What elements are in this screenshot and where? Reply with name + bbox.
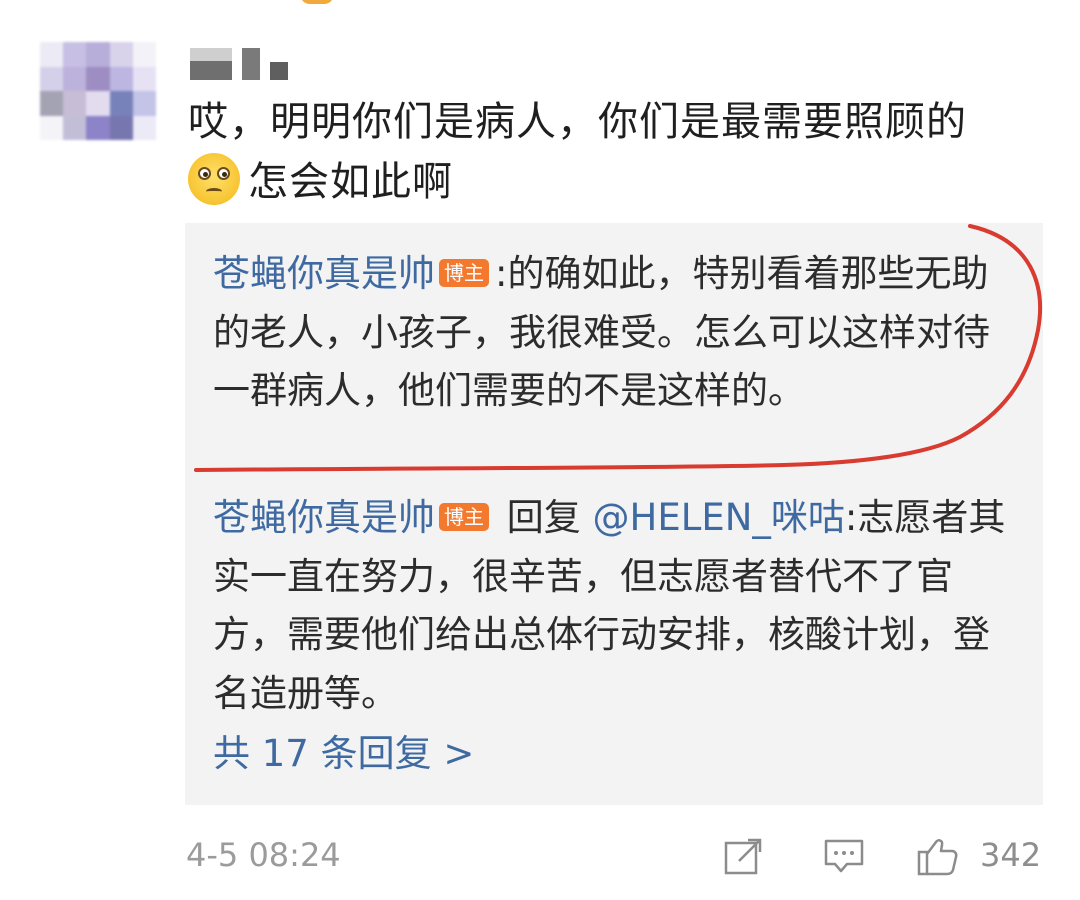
username-pixel-block <box>242 48 260 80</box>
author-badge: 博主 <box>439 259 489 287</box>
comment-text: 哎，明明你们是病人，你们是最需要照顾的 怎会如此啊 <box>188 92 1048 212</box>
comment-line-2-text: 怎会如此啊 <box>248 159 453 205</box>
like-count: 342 <box>980 836 1042 874</box>
replies-panel[interactable]: 苍蝇你真是帅 博主:的确如此，特别看着那些无助的老人，小孩子，我很难受。怎么可以这… <box>185 223 1043 805</box>
pleading-face-icon <box>188 153 240 205</box>
reply-prefix: 回复 <box>495 496 593 539</box>
username-pixel-block <box>190 48 232 80</box>
more-replies-link[interactable]: 共 17 条回复 > <box>213 729 474 779</box>
top-orange-fragment <box>300 0 334 4</box>
reply-author[interactable]: 苍蝇你真是帅 <box>213 252 435 295</box>
timestamp: 4-5 08:24 <box>186 836 341 874</box>
reply-item[interactable]: 苍蝇你真是帅 博主 回复 @HELEN_咪咕:志愿者其实一直在努力，很辛苦，但志愿… <box>213 489 1013 723</box>
avatar[interactable] <box>40 42 156 140</box>
comment-footer: 4-5 08:24 342 <box>0 830 1080 890</box>
username-pixel-block <box>270 62 288 80</box>
mention-link[interactable]: @HELEN_咪咕 <box>593 496 845 539</box>
weibo-comment-view: 哎，明明你们是病人，你们是最需要照顾的 怎会如此啊 苍蝇你真是帅 博主:的确如此，… <box>0 0 1080 900</box>
author-badge: 博主 <box>439 503 489 531</box>
reply-item[interactable]: 苍蝇你真是帅 博主:的确如此，特别看着那些无助的老人，小孩子，我很难受。怎么可以这… <box>213 245 1013 421</box>
thumbs-up-icon[interactable] <box>916 834 960 878</box>
share-icon[interactable] <box>722 834 766 878</box>
comment-line-1: 哎，明明你们是病人，你们是最需要照顾的 <box>188 99 967 145</box>
reply-author[interactable]: 苍蝇你真是帅 <box>213 496 435 539</box>
comment-icon[interactable] <box>822 834 866 878</box>
comment-line-2: 怎会如此啊 <box>188 152 1048 212</box>
blurred-username[interactable] <box>190 44 310 80</box>
